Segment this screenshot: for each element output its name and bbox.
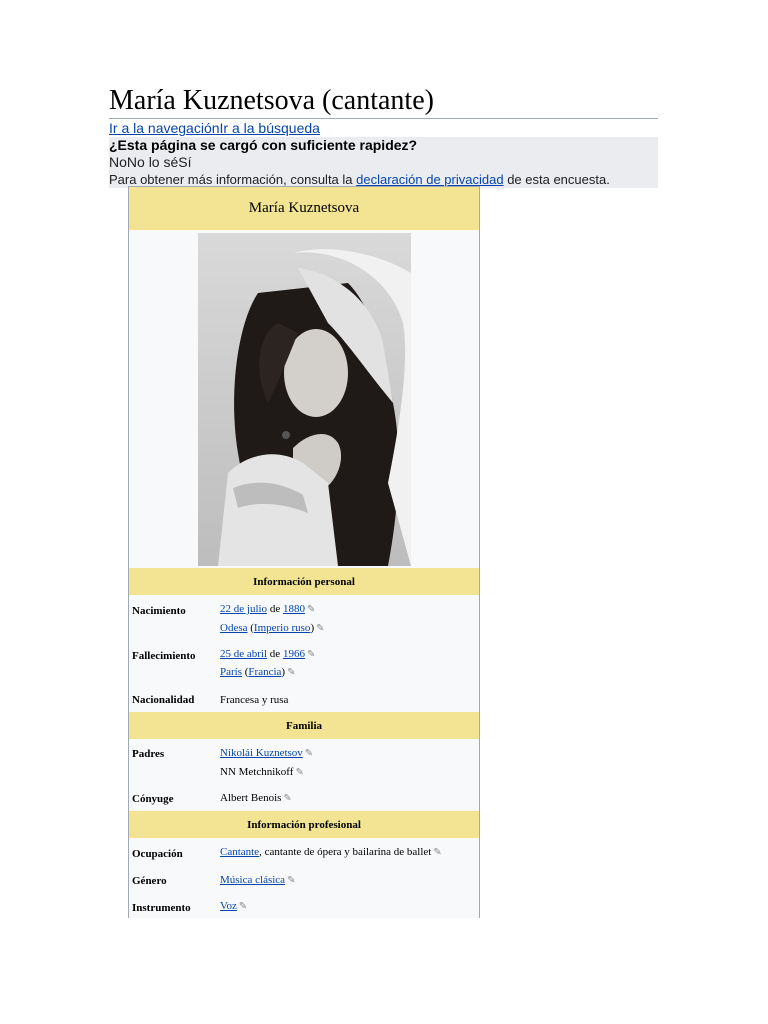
pencil-icon[interactable]: ✎ [307, 604, 315, 615]
portrait-photo[interactable] [198, 233, 411, 566]
value-padres-mother: NN Metchnikoff ✎ [220, 766, 304, 778]
link-instrument[interactable]: Voz [220, 900, 237, 912]
link-genre[interactable]: Música clásica [220, 874, 285, 886]
pencil-icon[interactable]: ✎ [295, 767, 303, 778]
link-birth-place[interactable]: Odesa [220, 622, 248, 634]
pencil-icon[interactable]: ✎ [287, 875, 295, 886]
text-paren-close: ) [310, 622, 315, 634]
survey-note-text-end: de esta encuesta. [503, 172, 610, 187]
text-occupation-rest: , cantante de ópera y bailarina de balle… [259, 846, 432, 858]
page-speed-survey: ¿Esta página se cargó con suficiente rap… [109, 137, 658, 188]
value-genero: Música clásica ✎ [220, 874, 295, 886]
infobox: María Kuznetsova Información personal Na… [128, 186, 480, 918]
text-mother: NN Metchnikoff [220, 766, 294, 778]
label-ocupacion: Ocupación [132, 848, 183, 860]
link-death-date[interactable]: 25 de abril [220, 648, 267, 660]
portrait-image [198, 233, 411, 566]
value-instrumento: Voz ✎ [220, 900, 247, 912]
infobox-title: María Kuznetsova [129, 187, 479, 230]
label-nacimiento: Nacimiento [132, 605, 186, 617]
section-header-family: Familia [129, 712, 479, 739]
pencil-icon[interactable]: ✎ [305, 748, 313, 759]
label-instrumento: Instrumento [132, 902, 191, 914]
survey-question: ¿Esta página se cargó con suficiente rap… [109, 137, 418, 153]
link-birth-country[interactable]: Imperio ruso [254, 622, 311, 634]
link-occupation[interactable]: Cantante [220, 846, 259, 858]
text-paren-close: ) [281, 666, 286, 678]
survey-note-text: Para obtener más información, consulta l… [109, 172, 357, 187]
survey-option-dont-know[interactable]: No lo sé [127, 154, 178, 170]
pencil-icon[interactable]: ✎ [316, 623, 324, 634]
link-death-country[interactable]: Francia [248, 666, 281, 678]
value-padres-father: Nikolái Kuznetsov ✎ [220, 747, 313, 759]
section-header-professional: Información profesional [129, 811, 479, 838]
survey-option-yes[interactable]: Sí [178, 154, 191, 170]
label-genero: Género [132, 875, 167, 887]
skip-to-search-link[interactable]: Ir a la búsqueda [220, 120, 320, 136]
pencil-icon[interactable]: ✎ [433, 847, 441, 858]
value-fallecimiento-date: 25 de abril de 1966 ✎ [220, 648, 315, 660]
link-death-place[interactable]: París [220, 666, 242, 678]
link-birth-date[interactable]: 22 de julio [220, 603, 267, 615]
label-conyuge: Cónyuge [132, 793, 174, 805]
value-nacionalidad: Francesa y rusa [220, 694, 289, 706]
value-nacimiento-place: Odesa (Imperio ruso) ✎ [220, 622, 325, 634]
privacy-statement-link[interactable]: declaración de privacidad [356, 172, 503, 187]
pencil-icon[interactable]: ✎ [283, 793, 291, 804]
pencil-icon[interactable]: ✎ [287, 667, 295, 678]
section-header-personal: Información personal [129, 568, 479, 595]
link-birth-year[interactable]: 1880 [283, 603, 305, 615]
skip-to-navigation-link[interactable]: Ir a la navegación [109, 120, 220, 136]
pencil-icon[interactable]: ✎ [307, 649, 315, 660]
value-conyuge: Albert Benois ✎ [220, 792, 292, 804]
survey-option-no[interactable]: No [109, 154, 127, 170]
label-nacionalidad: Nacionalidad [132, 694, 195, 706]
label-padres: Padres [132, 748, 165, 760]
link-death-year[interactable]: 1966 [283, 648, 305, 660]
value-nacimiento-date: 22 de julio de 1880 ✎ [220, 603, 315, 615]
page-title: María Kuznetsova (cantante) [109, 84, 658, 119]
survey-options: NoNo lo séSí [109, 154, 658, 171]
skip-links: Ir a la navegaciónIr a la búsqueda [109, 120, 320, 137]
pencil-icon[interactable]: ✎ [239, 901, 247, 912]
link-father[interactable]: Nikolái Kuznetsov [220, 747, 303, 759]
label-fallecimiento: Fallecimiento [132, 650, 196, 662]
value-ocupacion: Cantante, cantante de ópera y bailarina … [220, 846, 442, 858]
value-fallecimiento-place: París (Francia) ✎ [220, 666, 295, 678]
text-spouse: Albert Benois [220, 792, 282, 804]
text-sep: de [267, 603, 283, 615]
text-sep: de [267, 648, 283, 660]
